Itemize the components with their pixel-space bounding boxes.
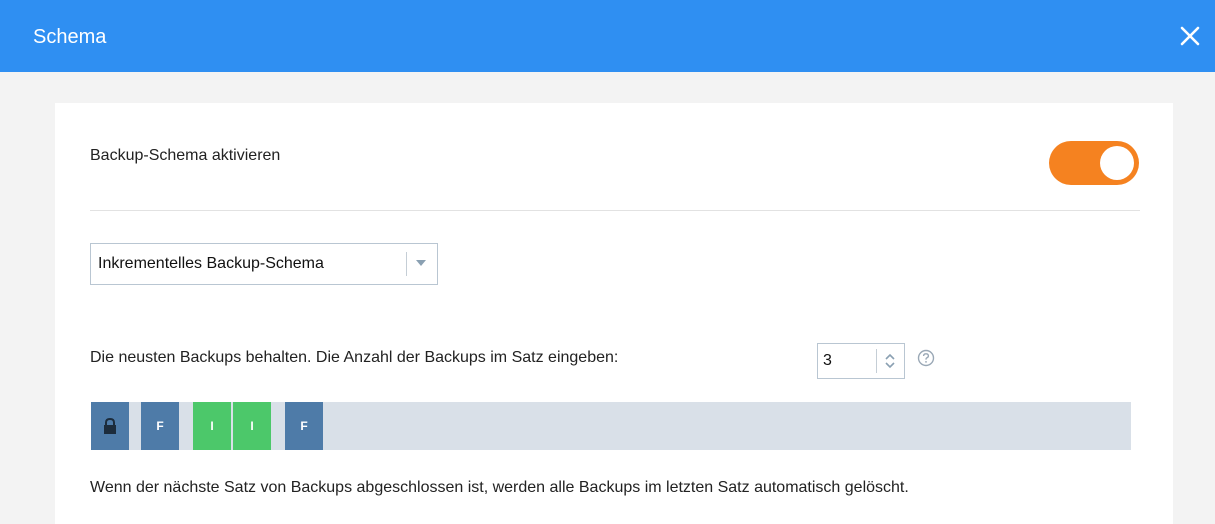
close-icon[interactable]: [1176, 22, 1204, 50]
dialog-title: Schema: [33, 26, 107, 48]
backup-cell-full: F: [285, 402, 323, 450]
backup-count-input[interactable]: [823, 350, 873, 372]
scheme-type-select[interactable]: Inkrementelles Backup-Schema: [90, 243, 438, 285]
scheme-type-value: Inkrementelles Backup-Schema: [98, 255, 324, 272]
schema-panel: Backup-Schema aktivieren Inkrementelles …: [55, 103, 1173, 524]
backup-count-spinner[interactable]: [817, 343, 905, 379]
spinner-separator: [876, 349, 877, 373]
select-separator: [406, 252, 407, 276]
backup-cell-full: F: [141, 402, 179, 450]
divider: [90, 210, 1140, 211]
toggle-knob: [1100, 146, 1134, 180]
cleanup-note: Wenn der nächste Satz von Backups abgesc…: [90, 479, 909, 496]
enable-scheme-label: Backup-Schema aktivieren: [90, 147, 281, 164]
enable-scheme-toggle[interactable]: [1049, 141, 1139, 185]
backup-cell-incremental: I: [233, 402, 271, 450]
spinner-arrows-icon[interactable]: [882, 350, 898, 372]
dialog-titlebar: Schema: [0, 0, 1215, 72]
backup-cell-incremental: I: [193, 402, 231, 450]
lock-icon: [91, 402, 129, 450]
question-circle-icon[interactable]: [917, 349, 935, 367]
keep-count-label: Die neusten Backups behalten. Die Anzahl…: [90, 349, 619, 366]
backup-set-strip: F I I F: [91, 402, 1131, 450]
chevron-down-icon[interactable]: [416, 260, 426, 266]
